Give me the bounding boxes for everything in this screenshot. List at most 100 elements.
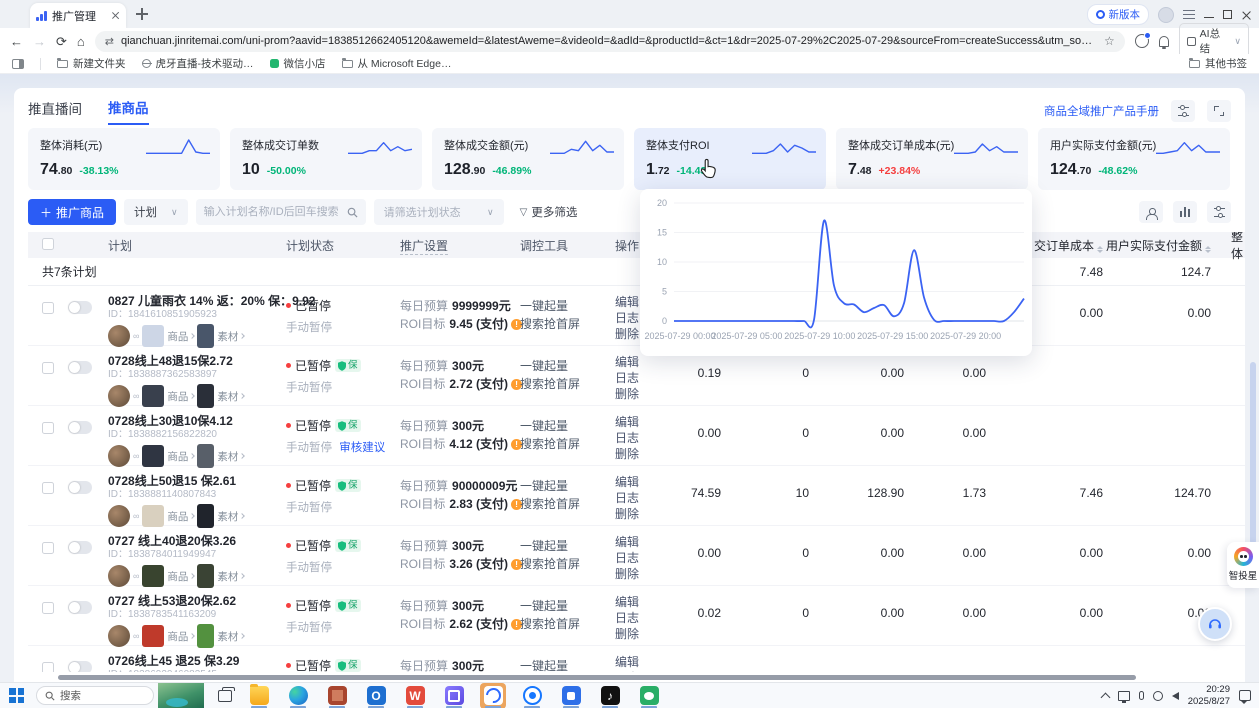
product-manual-link[interactable]: 商品全域推广产品手册 bbox=[1044, 103, 1159, 119]
search-top-screen-link[interactable]: 搜索抢首屏 bbox=[520, 375, 615, 393]
product-thumbnail[interactable] bbox=[142, 445, 164, 467]
log-link[interactable]: 日志 bbox=[615, 610, 663, 626]
plan-title[interactable]: 0728线上30退10保4.12 bbox=[108, 414, 286, 428]
row-enable-toggle[interactable] bbox=[68, 301, 92, 314]
material-thumbnail[interactable] bbox=[197, 324, 214, 348]
forward-button[interactable]: → bbox=[33, 35, 46, 48]
product-link[interactable]: 商品 bbox=[167, 329, 194, 344]
member-button[interactable] bbox=[1139, 201, 1163, 223]
plan-title[interactable]: 0827 儿童雨衣 14% 返：20% 保：9.92 bbox=[108, 294, 286, 308]
one-key-boost-link[interactable]: 一键起量 bbox=[520, 477, 615, 495]
log-link[interactable]: 日志 bbox=[615, 370, 663, 386]
review-suggestion-link[interactable]: 审核建议 bbox=[339, 442, 385, 454]
horizontal-scrollbar[interactable] bbox=[58, 675, 1136, 680]
one-key-boost-link[interactable]: 一键起量 bbox=[520, 297, 615, 315]
stat-card[interactable]: 整体支付ROI 1 .72 -14.43% bbox=[634, 128, 826, 190]
log-link[interactable]: 日志 bbox=[615, 550, 663, 566]
material-link[interactable]: 素材 bbox=[217, 449, 244, 464]
help-button[interactable] bbox=[1198, 607, 1232, 641]
row-enable-toggle[interactable] bbox=[68, 361, 92, 374]
taskbar-app-blue-square-app[interactable] bbox=[558, 683, 584, 708]
taskbar-search[interactable]: 搜索 bbox=[36, 686, 154, 705]
search-top-screen-link[interactable]: 搜索抢首屏 bbox=[520, 495, 615, 513]
bookmark-star-icon[interactable]: ☆ bbox=[1104, 34, 1115, 48]
material-link[interactable]: 素材 bbox=[217, 629, 244, 644]
material-thumbnail[interactable] bbox=[197, 384, 214, 408]
stat-card[interactable]: 整体成交订单成本(元) 7 .48 +23.84% bbox=[836, 128, 1028, 190]
task-view-button[interactable] bbox=[218, 690, 232, 702]
log-link[interactable]: 日志 bbox=[615, 430, 663, 446]
row-checkbox[interactable] bbox=[42, 482, 54, 494]
tab-product-promo[interactable]: 推商品 bbox=[108, 97, 149, 125]
one-key-boost-link[interactable]: 一键起量 bbox=[520, 597, 615, 615]
vertical-scrollbar[interactable] bbox=[1250, 362, 1256, 544]
material-thumbnail[interactable] bbox=[197, 504, 214, 528]
stat-card[interactable]: 整体成交金额(元) 128 .90 -46.89% bbox=[432, 128, 624, 190]
search-top-screen-link[interactable]: 搜索抢首屏 bbox=[520, 615, 615, 633]
profile-avatar[interactable] bbox=[1158, 7, 1174, 23]
product-thumbnail[interactable] bbox=[142, 625, 164, 647]
plan-title[interactable]: 0728线上48退15保2.72 bbox=[108, 354, 286, 368]
material-link[interactable]: 素材 bbox=[217, 509, 244, 524]
taskbar-app-store-app[interactable] bbox=[324, 683, 350, 708]
material-thumbnail[interactable] bbox=[197, 624, 214, 648]
browser-tab[interactable]: 推广管理 bbox=[30, 3, 126, 28]
material-link[interactable]: 素材 bbox=[217, 389, 244, 404]
taskbar-app-blue-circle-app[interactable] bbox=[519, 683, 545, 708]
material-link[interactable]: 素材 bbox=[217, 569, 244, 584]
scope-select[interactable]: 计划∨ bbox=[124, 199, 188, 225]
edit-link[interactable]: 编辑 bbox=[615, 354, 663, 370]
row-checkbox[interactable] bbox=[42, 302, 54, 314]
material-thumbnail[interactable] bbox=[197, 444, 214, 468]
window-maximize-button[interactable] bbox=[1223, 10, 1232, 19]
taskbar-app-wechat[interactable] bbox=[636, 683, 662, 708]
edit-link[interactable]: 编辑 bbox=[615, 654, 663, 670]
row-checkbox[interactable] bbox=[42, 422, 54, 434]
extensions-icon[interactable] bbox=[1135, 34, 1149, 48]
plan-title[interactable]: 0726线上45 退25 保3.29 bbox=[108, 654, 286, 668]
tab-live-room[interactable]: 推直播间 bbox=[28, 98, 82, 124]
row-enable-toggle[interactable] bbox=[68, 481, 92, 494]
taskbar-app-outlook[interactable]: O bbox=[363, 683, 389, 708]
taskbar-app-wps-office[interactable]: W bbox=[402, 683, 428, 708]
column-settings-button[interactable] bbox=[1207, 201, 1231, 223]
taskbar-app-edge-browser[interactable] bbox=[285, 683, 311, 708]
product-thumbnail[interactable] bbox=[142, 385, 164, 407]
metrics-button[interactable] bbox=[1173, 201, 1197, 223]
edit-link[interactable]: 编辑 bbox=[615, 594, 663, 610]
select-all-checkbox[interactable] bbox=[42, 238, 54, 250]
delete-link[interactable]: 删除 bbox=[615, 386, 663, 402]
fullscreen-button[interactable] bbox=[1207, 100, 1231, 122]
edit-link[interactable]: 编辑 bbox=[615, 474, 663, 490]
start-button[interactable] bbox=[9, 688, 24, 703]
new-tab-button[interactable] bbox=[136, 8, 148, 20]
side-panel-icon[interactable] bbox=[12, 59, 24, 69]
notifications-icon[interactable] bbox=[1159, 36, 1169, 47]
bookmark-item[interactable]: 从 Microsoft Edge… bbox=[342, 56, 452, 71]
row-enable-toggle[interactable] bbox=[68, 541, 92, 554]
taskbar-app-douyin[interactable]: ♪ bbox=[597, 683, 623, 708]
one-key-boost-link[interactable]: 一键起量 bbox=[520, 357, 615, 375]
search-top-screen-link[interactable]: 搜索抢首屏 bbox=[520, 315, 615, 333]
header-user-pay[interactable]: 用户实际支付金额 bbox=[1103, 237, 1211, 254]
row-enable-toggle[interactable] bbox=[68, 421, 92, 434]
one-key-boost-link[interactable]: 一键起量 bbox=[520, 417, 615, 435]
notification-center-icon[interactable] bbox=[1239, 690, 1251, 701]
taskbar-app-file-explorer[interactable] bbox=[246, 683, 272, 708]
row-checkbox[interactable] bbox=[42, 362, 54, 374]
row-checkbox[interactable] bbox=[42, 542, 54, 554]
log-link[interactable]: 日志 bbox=[615, 490, 663, 506]
search-top-screen-link[interactable]: 搜索抢首屏 bbox=[520, 555, 615, 573]
product-thumbnail[interactable] bbox=[142, 565, 164, 587]
home-button[interactable]: ⌂ bbox=[77, 35, 85, 48]
material-link[interactable]: 素材 bbox=[217, 329, 244, 344]
row-enable-toggle[interactable] bbox=[68, 601, 92, 614]
plan-title[interactable]: 0728线上50退15 保2.61 bbox=[108, 474, 286, 488]
microphone-icon[interactable] bbox=[1139, 691, 1144, 700]
menu-icon[interactable] bbox=[1183, 10, 1195, 19]
plan-search-input[interactable] bbox=[204, 206, 347, 218]
product-link[interactable]: 商品 bbox=[167, 509, 194, 524]
address-bar[interactable]: ⇄ qianchuan.jinritemai.com/uni-prom?aavi… bbox=[95, 31, 1125, 52]
taskbar-app-active-browser-app[interactable] bbox=[480, 683, 506, 708]
product-link[interactable]: 商品 bbox=[167, 629, 194, 644]
